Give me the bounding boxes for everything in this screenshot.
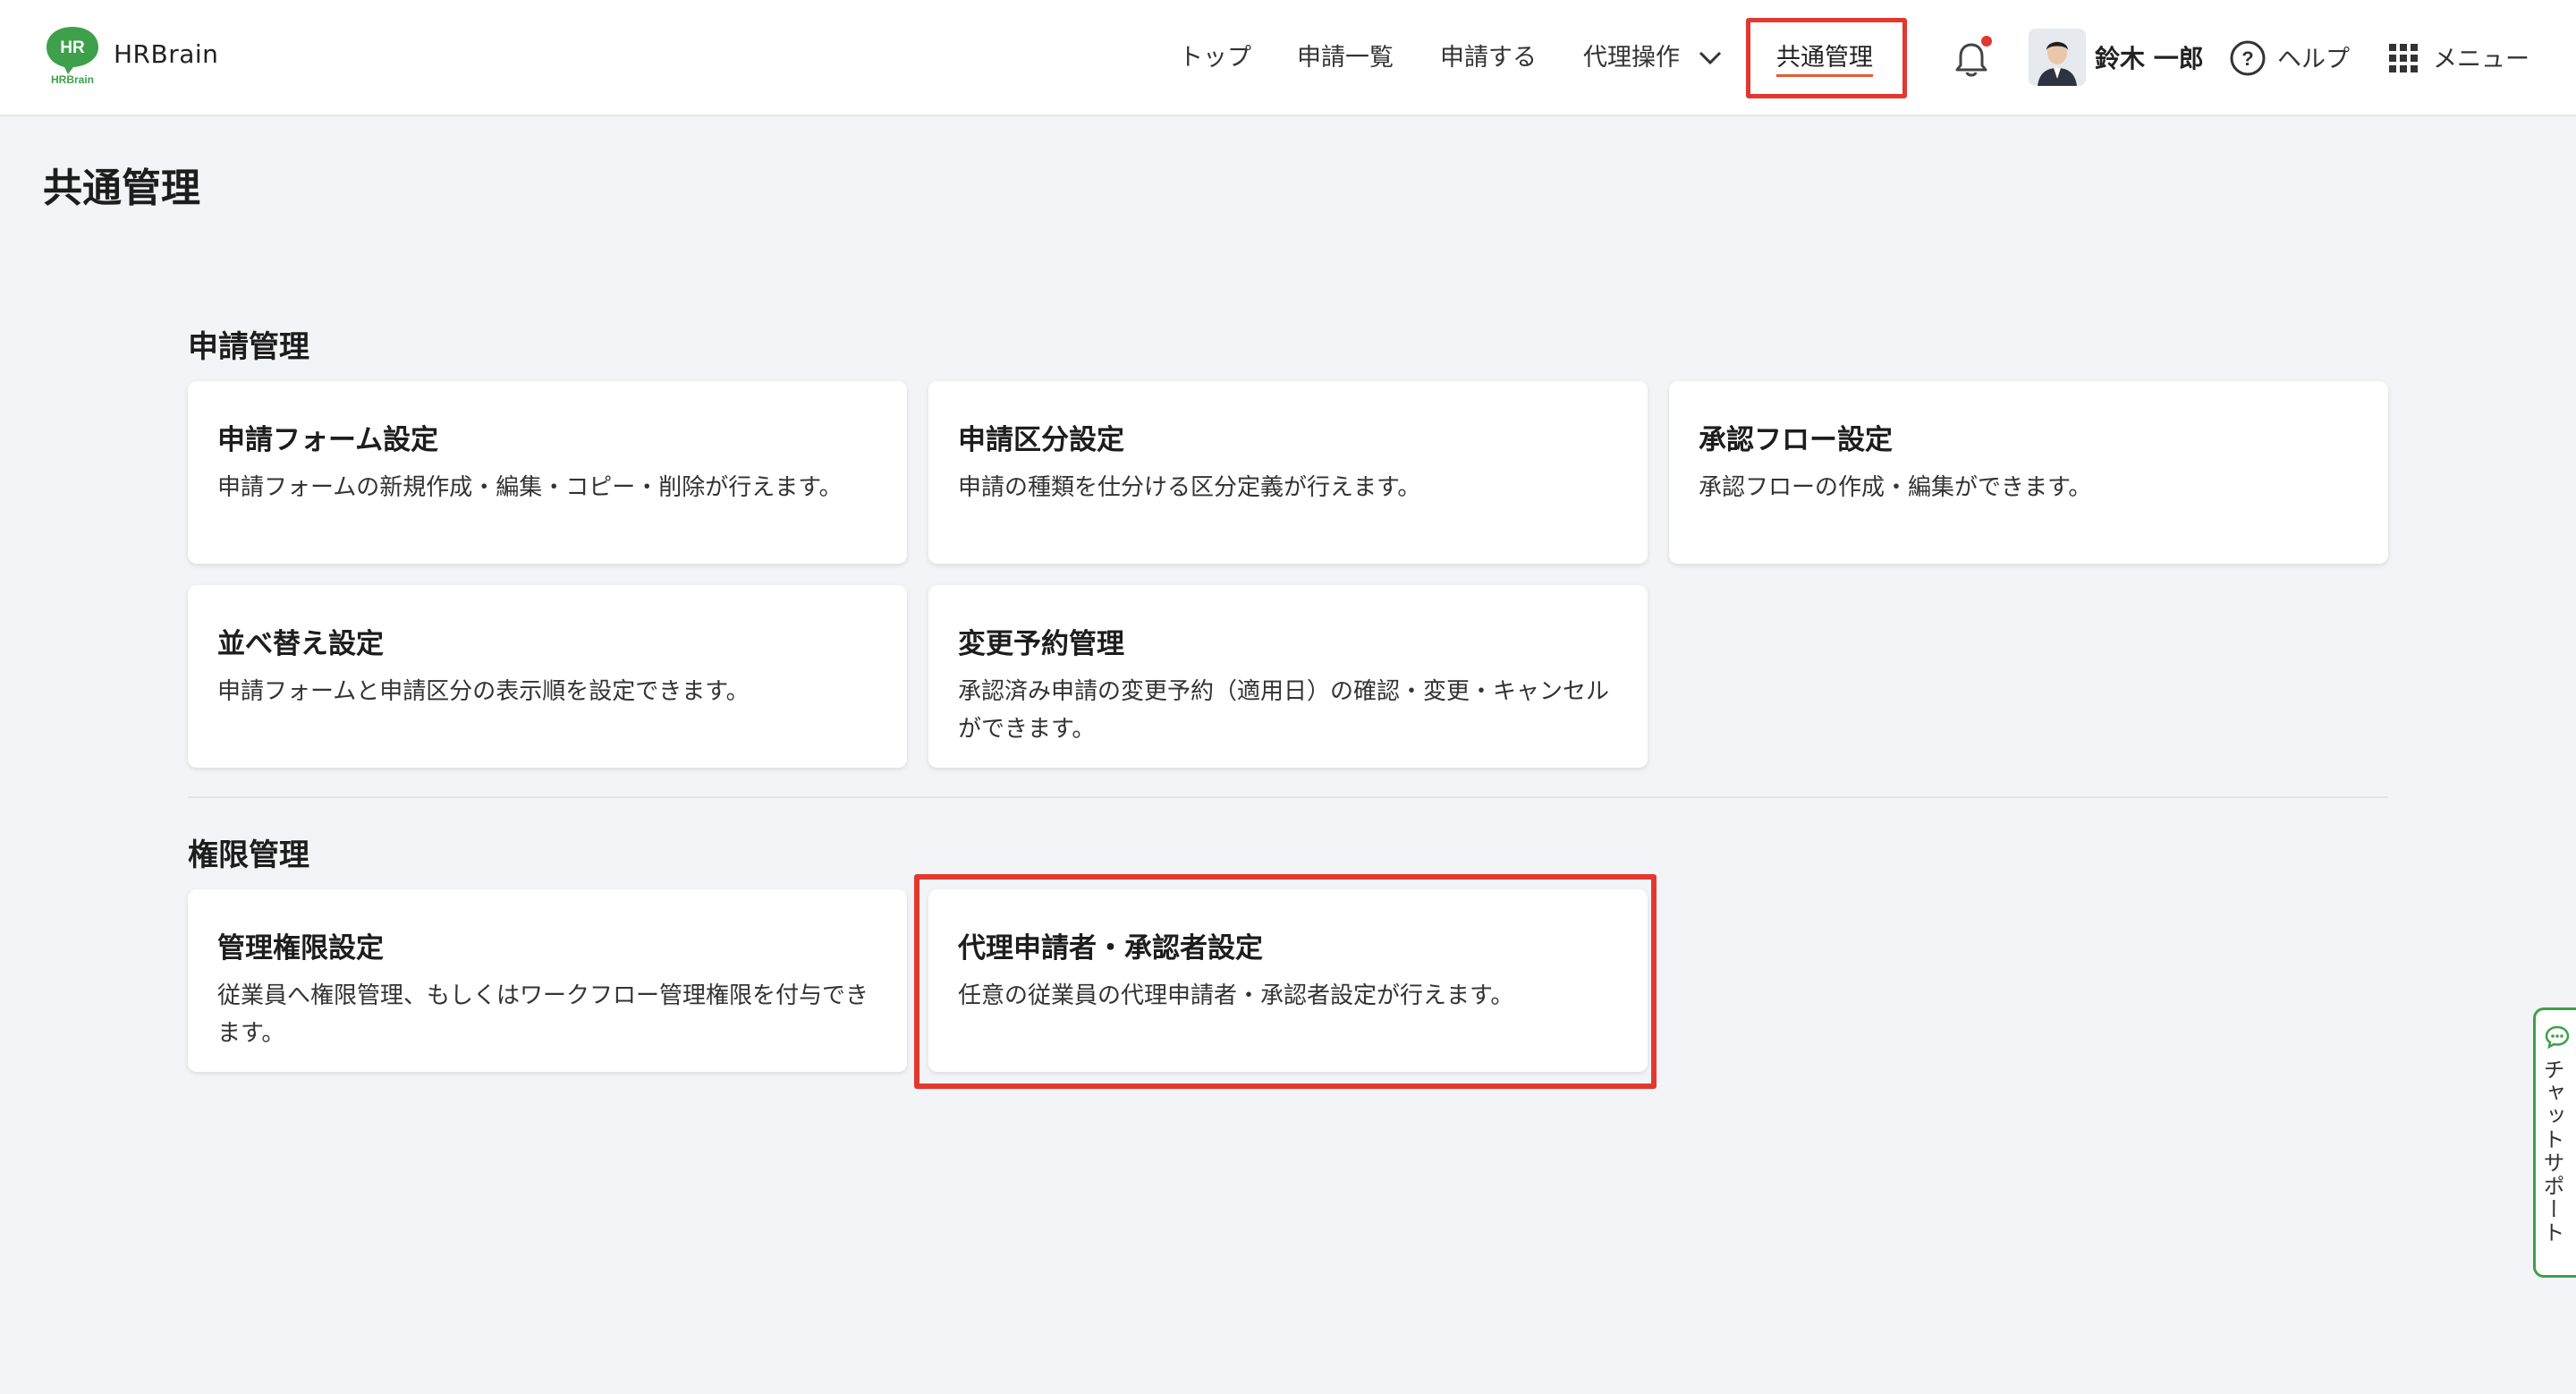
svg-text:HR: HR: [60, 38, 85, 57]
card-title: 管理権限設定: [217, 932, 384, 965]
page-title: 共通管理: [43, 166, 200, 211]
card-application-category-settings[interactable]: 申請区分設定 申請の種類を仕分ける区分定義が行えます。: [928, 381, 1648, 564]
card-title: 申請区分設定: [958, 424, 1124, 456]
nav-apply[interactable]: 申請する: [1440, 36, 1537, 81]
nav-proxy-label: 代理操作: [1583, 44, 1680, 72]
user-name[interactable]: 鈴木 一郎: [2095, 39, 2204, 75]
svg-text:HRBrain: HRBrain: [51, 73, 94, 86]
card-title: 並べ替え設定: [217, 628, 384, 660]
chat-bubble-icon: [2545, 1025, 2570, 1050]
card-description: 申請フォームの新規作成・編集・コピー・削除が行えます。: [217, 474, 843, 501]
card-title: 変更予約管理: [958, 628, 1124, 660]
card-application-form-settings[interactable]: 申請フォーム設定 申請フォームの新規作成・編集・コピー・削除が行えます。: [188, 381, 907, 564]
nav-top[interactable]: トップ: [1179, 36, 1251, 81]
svg-text:?: ?: [2241, 47, 2253, 70]
nav-application-list[interactable]: 申請一覧: [1297, 36, 1394, 81]
user-photo-icon: [2029, 29, 2086, 86]
menu-link[interactable]: メニュー: [2433, 39, 2529, 74]
card-description: 承認済み申請の変更予約（適用日）の確認・変更・キャンセルができます。: [958, 678, 1610, 743]
top-header: HR HRBrain HRBrain トップ 申請一覧 申請する 代理操作 共通…: [0, 0, 2576, 116]
card-title: 承認フロー設定: [1699, 424, 1893, 456]
grid-menu-icon[interactable]: [2388, 43, 2419, 73]
help-icon[interactable]: ?: [2229, 39, 2267, 77]
card-description: 申請の種類を仕分ける区分定義が行えます。: [958, 474, 1421, 501]
help-link[interactable]: ヘルプ: [2277, 39, 2350, 74]
card-description: 従業員へ権限管理、もしくはワークフロー管理権限を付与できます。: [217, 982, 869, 1047]
chevron-down-icon: [1699, 51, 1722, 65]
card-title: 申請フォーム設定: [217, 424, 439, 456]
section-divider: [188, 796, 2388, 798]
card-approval-flow-settings[interactable]: 承認フロー設定 承認フローの作成・編集ができます。: [1669, 381, 2388, 564]
brand-name: HRBrain: [114, 39, 219, 69]
card-sort-settings[interactable]: 並べ替え設定 申請フォームと申請区分の表示順を設定できます。: [188, 585, 907, 768]
card-description: 承認フローの作成・編集ができます。: [1699, 474, 2092, 501]
hrbrain-logo-icon[interactable]: HR HRBrain: [41, 23, 104, 86]
highlight-box-card: [914, 874, 1657, 1089]
card-admin-permission-settings[interactable]: 管理権限設定 従業員へ権限管理、もしくはワークフロー管理権限を付与できます。: [188, 889, 907, 1072]
highlight-box-nav: [1746, 18, 1907, 98]
card-change-reservation-management[interactable]: 変更予約管理 承認済み申請の変更予約（適用日）の確認・変更・キャンセルができます…: [928, 585, 1648, 768]
avatar[interactable]: [2029, 29, 2086, 86]
nav-proxy-operation[interactable]: 代理操作: [1583, 36, 1722, 81]
section-title-permission-management: 権限管理: [188, 837, 309, 873]
card-description: 申請フォームと申請区分の表示順を設定できます。: [217, 678, 750, 705]
chat-support-tab[interactable]: チャットサポート: [2533, 1007, 2576, 1278]
notification-badge: [1981, 36, 1992, 47]
section-title-application-management: 申請管理: [188, 329, 309, 365]
chat-support-label: チャットサポート: [2539, 1058, 2564, 1245]
